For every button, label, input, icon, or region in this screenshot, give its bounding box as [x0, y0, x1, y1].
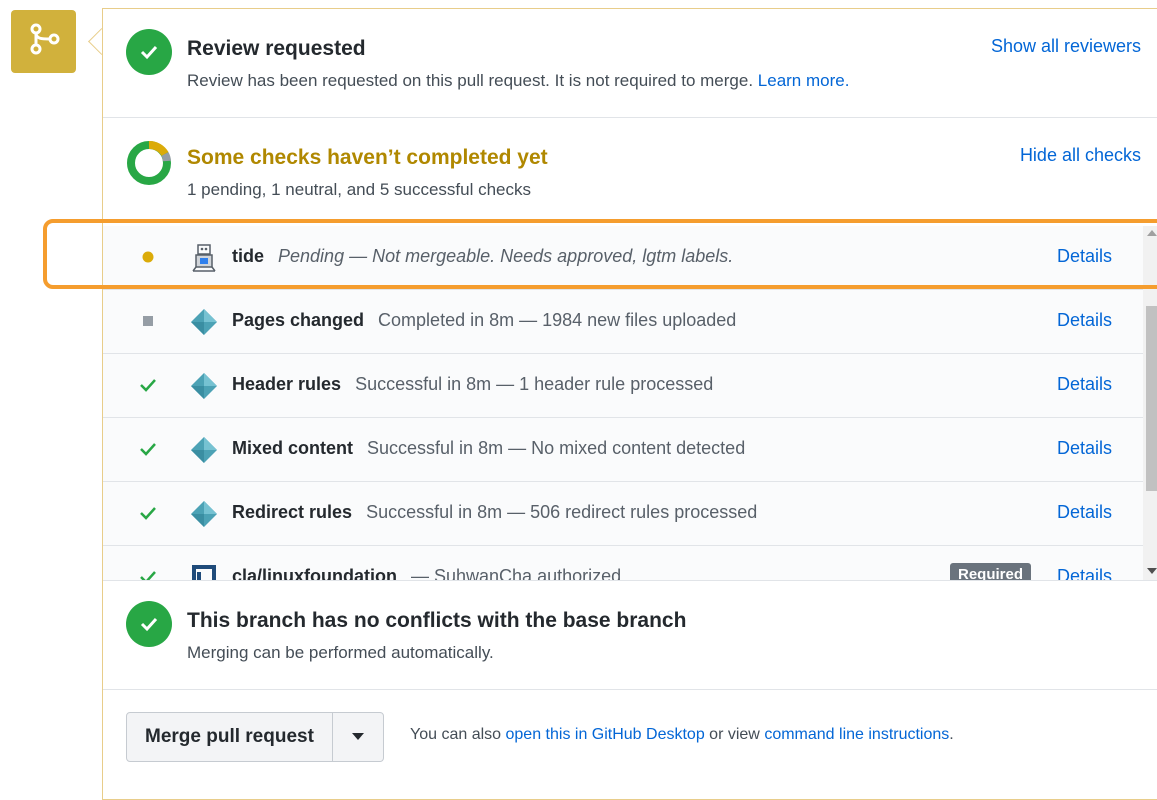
scroll-up-arrow-icon[interactable] — [1147, 230, 1157, 236]
checks-summary-section: Some checks haven’t completed yet 1 pend… — [103, 118, 1157, 226]
tide-bot-avatar — [189, 243, 219, 273]
check-row-mixed-content: Mixed content Successful in 8m — No mixed… — [103, 418, 1143, 482]
check-circle-icon — [126, 29, 172, 75]
learn-more-link[interactable]: Learn more. — [758, 71, 850, 90]
conflicts-section: This branch has no conflicts with the ba… — [103, 580, 1157, 690]
netlify-icon — [189, 435, 219, 465]
scroll-down-arrow-icon[interactable] — [1147, 568, 1157, 574]
neutral-square-icon — [139, 312, 157, 330]
check-description: — SuhwanCha authorized — [411, 566, 622, 580]
merge-alternatives-note: You can also open this in GitHub Desktop… — [410, 726, 954, 743]
check-description: Completed in 8m — 1984 new files uploade… — [378, 310, 737, 330]
scrollbar-thumb[interactable] — [1146, 306, 1157, 491]
merge-status-panel: Review requested Review has been request… — [102, 8, 1157, 800]
checks-list: tide Pending — Not mergeable. Needs appro… — [103, 226, 1143, 580]
details-link[interactable]: Details — [1057, 310, 1112, 331]
check-row-pages-changed: Pages changed Completed in 8m — 1984 new … — [103, 290, 1143, 354]
check-name: Redirect rules — [232, 502, 353, 522]
details-link[interactable]: Details — [1057, 374, 1112, 395]
details-link[interactable]: Details — [1057, 438, 1112, 459]
check-circle-icon — [126, 601, 172, 647]
review-section: Review requested Review has been request… — [103, 9, 1157, 118]
merge-method-dropdown[interactable] — [333, 713, 383, 761]
check-description: Successful in 8m — 506 redirect rules pr… — [366, 502, 758, 522]
review-subtitle: Review has been requested on this pull r… — [187, 71, 850, 90]
check-description: Successful in 8m — 1 header rule process… — [355, 374, 714, 394]
netlify-icon — [189, 307, 219, 337]
check-name: Mixed content — [232, 438, 354, 458]
git-merge-icon — [27, 22, 61, 61]
checks-progress-ring-icon — [126, 140, 172, 186]
check-name: cla/linuxfoundation — [232, 566, 397, 580]
merge-pull-request-button[interactable]: Merge pull request — [127, 713, 333, 761]
review-title: Review requested — [187, 37, 366, 60]
check-mark-icon — [139, 568, 157, 580]
check-mark-icon — [139, 376, 157, 394]
netlify-icon — [189, 371, 219, 401]
show-all-reviewers-link[interactable]: Show all reviewers — [991, 36, 1141, 57]
details-link[interactable]: Details — [1057, 566, 1112, 580]
check-description: Successful in 8m — No mixed content dete… — [367, 438, 746, 458]
conflicts-subtitle: Merging can be performed automatically. — [187, 643, 494, 662]
details-link[interactable]: Details — [1057, 246, 1112, 267]
merge-button-group: Merge pull request — [126, 712, 384, 762]
netlify-icon — [189, 499, 219, 529]
check-row-tide: tide Pending — Not mergeable. Needs appro… — [103, 226, 1143, 290]
check-row-header-rules: Header rules Successful in 8m — 1 header … — [103, 354, 1143, 418]
pending-dot-icon — [139, 248, 157, 266]
required-badge: Required — [950, 563, 1032, 580]
checks-scrollbar[interactable] — [1143, 226, 1157, 580]
hide-all-checks-link[interactable]: Hide all checks — [1020, 145, 1141, 166]
check-description: Pending — Not mergeable. Needs approved,… — [278, 246, 734, 266]
check-row-redirect-rules: Redirect rules Successful in 8m — 506 red… — [103, 482, 1143, 546]
check-name: tide — [232, 246, 265, 266]
linuxfoundation-icon — [189, 563, 219, 580]
caret-down-icon — [351, 728, 364, 746]
details-link[interactable]: Details — [1057, 502, 1112, 523]
check-name: Header rules — [232, 374, 342, 394]
merge-state-badge — [11, 10, 76, 73]
check-name: Pages changed — [232, 310, 365, 330]
check-mark-icon — [139, 504, 157, 522]
github-desktop-link[interactable]: open this in GitHub Desktop — [506, 726, 705, 743]
checks-summary-title: Some checks haven’t completed yet — [187, 146, 548, 169]
check-mark-icon — [139, 440, 157, 458]
command-line-instructions-link[interactable]: command line instructions — [764, 726, 949, 743]
check-row-cla-linuxfoundation: cla/linuxfoundation — SuhwanCha authorize… — [103, 546, 1143, 580]
checks-summary-subtitle: 1 pending, 1 neutral, and 5 successful c… — [187, 180, 531, 199]
conflicts-title: This branch has no conflicts with the ba… — [187, 609, 687, 632]
